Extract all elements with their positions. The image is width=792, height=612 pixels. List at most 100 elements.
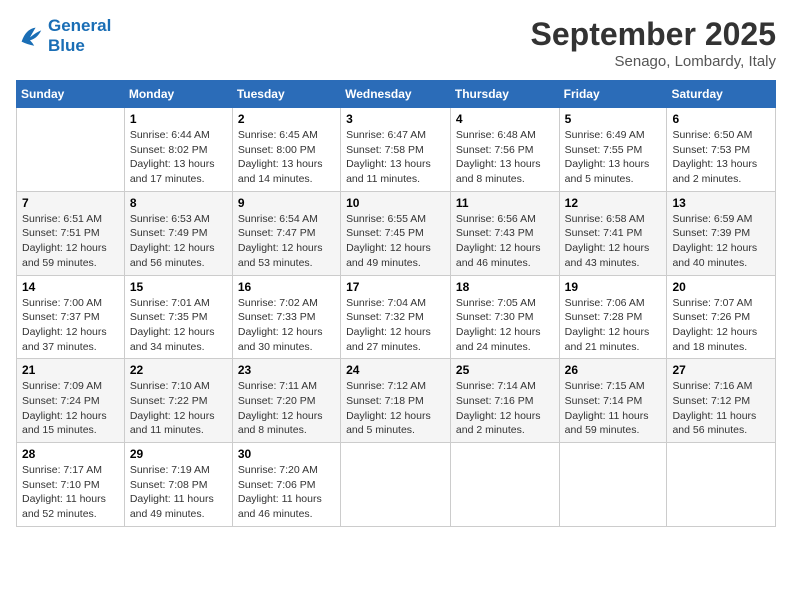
day-number: 1	[130, 112, 227, 126]
calendar-cell	[559, 443, 667, 527]
week-row-3: 14 Sunrise: 7:00 AMSunset: 7:37 PMDayligh…	[17, 275, 776, 359]
calendar-cell: 1 Sunrise: 6:44 AMSunset: 8:02 PMDaylight…	[124, 108, 232, 192]
day-number: 12	[565, 196, 662, 210]
day-info: Sunrise: 7:06 AMSunset: 7:28 PMDaylight:…	[565, 296, 662, 355]
calendar-cell: 19 Sunrise: 7:06 AMSunset: 7:28 PMDayligh…	[559, 275, 667, 359]
calendar-cell	[667, 443, 776, 527]
day-number: 25	[456, 363, 554, 377]
day-info: Sunrise: 7:07 AMSunset: 7:26 PMDaylight:…	[672, 296, 770, 355]
day-number: 28	[22, 447, 119, 461]
day-number: 9	[238, 196, 335, 210]
day-info: Sunrise: 6:44 AMSunset: 8:02 PMDaylight:…	[130, 128, 227, 187]
calendar-cell: 11 Sunrise: 6:56 AMSunset: 7:43 PMDayligh…	[450, 191, 559, 275]
calendar-cell: 29 Sunrise: 7:19 AMSunset: 7:08 PMDayligh…	[124, 443, 232, 527]
calendar-cell: 8 Sunrise: 6:53 AMSunset: 7:49 PMDaylight…	[124, 191, 232, 275]
day-info: Sunrise: 7:16 AMSunset: 7:12 PMDaylight:…	[672, 379, 770, 438]
day-number: 15	[130, 280, 227, 294]
day-info: Sunrise: 6:54 AMSunset: 7:47 PMDaylight:…	[238, 212, 335, 271]
title-block: September 2025 Senago, Lombardy, Italy	[531, 16, 776, 70]
calendar-cell: 2 Sunrise: 6:45 AMSunset: 8:00 PMDaylight…	[232, 108, 340, 192]
day-number: 4	[456, 112, 554, 126]
day-info: Sunrise: 7:02 AMSunset: 7:33 PMDaylight:…	[238, 296, 335, 355]
day-info: Sunrise: 6:47 AMSunset: 7:58 PMDaylight:…	[346, 128, 445, 187]
day-info: Sunrise: 7:05 AMSunset: 7:30 PMDaylight:…	[456, 296, 554, 355]
day-number: 19	[565, 280, 662, 294]
day-number: 30	[238, 447, 335, 461]
calendar-cell: 20 Sunrise: 7:07 AMSunset: 7:26 PMDayligh…	[667, 275, 776, 359]
day-number: 5	[565, 112, 662, 126]
calendar-cell: 13Sunrise: 6:59 AMSunset: 7:39 PMDayligh…	[667, 191, 776, 275]
day-info: Sunrise: 7:10 AMSunset: 7:22 PMDaylight:…	[130, 379, 227, 438]
weekday-header-sunday: Sunday	[17, 81, 125, 108]
calendar-cell: 25 Sunrise: 7:14 AMSunset: 7:16 PMDayligh…	[450, 359, 559, 443]
day-number: 6	[672, 112, 770, 126]
calendar-cell: 15 Sunrise: 7:01 AMSunset: 7:35 PMDayligh…	[124, 275, 232, 359]
calendar-cell: 6 Sunrise: 6:50 AMSunset: 7:53 PMDaylight…	[667, 108, 776, 192]
day-number: 3	[346, 112, 445, 126]
day-info: Sunrise: 7:01 AMSunset: 7:35 PMDaylight:…	[130, 296, 227, 355]
day-info: Sunrise: 6:56 AMSunset: 7:43 PMDaylight:…	[456, 212, 554, 271]
page-header: General Blue September 2025 Senago, Lomb…	[16, 16, 776, 70]
calendar-cell	[17, 108, 125, 192]
day-info: Sunrise: 7:11 AMSunset: 7:20 PMDaylight:…	[238, 379, 335, 438]
weekday-header-monday: Monday	[124, 81, 232, 108]
week-row-2: 7 Sunrise: 6:51 AMSunset: 7:51 PMDaylight…	[17, 191, 776, 275]
calendar-cell	[341, 443, 451, 527]
calendar-cell: 18 Sunrise: 7:05 AMSunset: 7:30 PMDayligh…	[450, 275, 559, 359]
day-info: Sunrise: 6:51 AMSunset: 7:51 PMDaylight:…	[22, 212, 119, 271]
day-number: 27	[672, 363, 770, 377]
day-info: Sunrise: 7:00 AMSunset: 7:37 PMDaylight:…	[22, 296, 119, 355]
month-title: September 2025	[531, 16, 776, 53]
week-row-5: 28 Sunrise: 7:17 AMSunset: 7:10 PMDayligh…	[17, 443, 776, 527]
day-info: Sunrise: 7:17 AMSunset: 7:10 PMDaylight:…	[22, 463, 119, 522]
calendar-cell: 7 Sunrise: 6:51 AMSunset: 7:51 PMDaylight…	[17, 191, 125, 275]
calendar-cell: 14 Sunrise: 7:00 AMSunset: 7:37 PMDayligh…	[17, 275, 125, 359]
calendar-cell: 17 Sunrise: 7:04 AMSunset: 7:32 PMDayligh…	[341, 275, 451, 359]
calendar-cell: 12 Sunrise: 6:58 AMSunset: 7:41 PMDayligh…	[559, 191, 667, 275]
day-info: Sunrise: 7:14 AMSunset: 7:16 PMDaylight:…	[456, 379, 554, 438]
day-number: 22	[130, 363, 227, 377]
calendar-cell: 5 Sunrise: 6:49 AMSunset: 7:55 PMDaylight…	[559, 108, 667, 192]
day-info: Sunrise: 6:50 AMSunset: 7:53 PMDaylight:…	[672, 128, 770, 187]
day-number: 20	[672, 280, 770, 294]
day-info: Sunrise: 6:49 AMSunset: 7:55 PMDaylight:…	[565, 128, 662, 187]
logo-icon	[16, 22, 44, 50]
location: Senago, Lombardy, Italy	[531, 53, 776, 70]
day-number: 17	[346, 280, 445, 294]
day-info: Sunrise: 6:53 AMSunset: 7:49 PMDaylight:…	[130, 212, 227, 271]
calendar-cell: 22 Sunrise: 7:10 AMSunset: 7:22 PMDayligh…	[124, 359, 232, 443]
day-number: 18	[456, 280, 554, 294]
day-info: Sunrise: 7:15 AMSunset: 7:14 PMDaylight:…	[565, 379, 662, 438]
calendar-cell: 21Sunrise: 7:09 AMSunset: 7:24 PMDayligh…	[17, 359, 125, 443]
day-number: 13	[672, 196, 770, 210]
day-info: Sunrise: 6:45 AMSunset: 8:00 PMDaylight:…	[238, 128, 335, 187]
day-number: 26	[565, 363, 662, 377]
day-number: 24	[346, 363, 445, 377]
weekday-header-row: SundayMondayTuesdayWednesdayThursdayFrid…	[17, 81, 776, 108]
logo-text: General Blue	[48, 16, 111, 56]
calendar-cell: 9 Sunrise: 6:54 AMSunset: 7:47 PMDaylight…	[232, 191, 340, 275]
day-number: 21	[22, 363, 119, 377]
weekday-header-saturday: Saturday	[667, 81, 776, 108]
day-number: 14	[22, 280, 119, 294]
day-info: Sunrise: 7:04 AMSunset: 7:32 PMDaylight:…	[346, 296, 445, 355]
weekday-header-friday: Friday	[559, 81, 667, 108]
day-info: Sunrise: 7:19 AMSunset: 7:08 PMDaylight:…	[130, 463, 227, 522]
day-number: 16	[238, 280, 335, 294]
day-info: Sunrise: 6:55 AMSunset: 7:45 PMDaylight:…	[346, 212, 445, 271]
day-number: 2	[238, 112, 335, 126]
day-number: 11	[456, 196, 554, 210]
day-info: Sunrise: 6:48 AMSunset: 7:56 PMDaylight:…	[456, 128, 554, 187]
calendar-cell: 24 Sunrise: 7:12 AMSunset: 7:18 PMDayligh…	[341, 359, 451, 443]
day-number: 7	[22, 196, 119, 210]
calendar-cell: 3 Sunrise: 6:47 AMSunset: 7:58 PMDaylight…	[341, 108, 451, 192]
day-info: Sunrise: 7:12 AMSunset: 7:18 PMDaylight:…	[346, 379, 445, 438]
weekday-header-thursday: Thursday	[450, 81, 559, 108]
calendar-cell: 30Sunrise: 7:20 AMSunset: 7:06 PMDayligh…	[232, 443, 340, 527]
logo: General Blue	[16, 16, 111, 56]
day-info: Sunrise: 6:58 AMSunset: 7:41 PMDaylight:…	[565, 212, 662, 271]
calendar-cell: 16 Sunrise: 7:02 AMSunset: 7:33 PMDayligh…	[232, 275, 340, 359]
calendar-cell: 10Sunrise: 6:55 AMSunset: 7:45 PMDayligh…	[341, 191, 451, 275]
day-number: 29	[130, 447, 227, 461]
day-number: 8	[130, 196, 227, 210]
